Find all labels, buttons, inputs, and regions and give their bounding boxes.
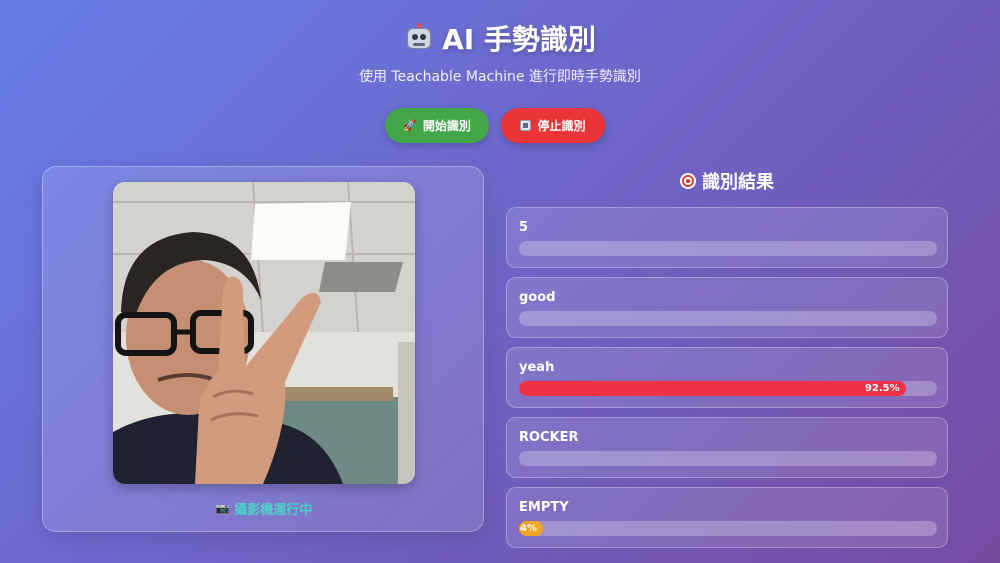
result-label: EMPTY (519, 500, 569, 515)
page-subtitle: 使用 Teachable Machine 進行即時手勢識別 (359, 69, 641, 85)
start-button-label: 開始識別 (422, 119, 471, 133)
robot-icon (404, 23, 434, 53)
camera-status: 📷 攝影機運行中 (43, 499, 485, 518)
results-title-text: 識別結果 (702, 172, 774, 193)
confidence-bar-fill (519, 451, 525, 466)
result-item-yeah: yeah 92.5% (506, 347, 948, 408)
rocket-icon: 🚀 (403, 120, 417, 132)
confidence-bar-fill: 92.5% (519, 381, 906, 396)
confidence-bar-fill (519, 311, 525, 326)
confidence-bar-fill (519, 241, 525, 256)
camera-status-text: 攝影機運行中 (234, 503, 313, 518)
start-recognition-button[interactable]: 🚀 開始識別 (385, 108, 489, 143)
confidence-bar (519, 241, 937, 256)
confidence-bar (519, 451, 937, 466)
confidence-bar (519, 311, 937, 326)
result-label: good (519, 290, 556, 305)
results-title: 識別結果 (506, 168, 948, 194)
stop-button-label: 停止識別 (537, 119, 586, 133)
confidence-bar: 4% (519, 521, 937, 536)
result-label: yeah (519, 360, 555, 375)
stop-icon (520, 120, 532, 131)
result-item-empty: EMPTY 4% (506, 487, 948, 548)
result-label: ROCKER (519, 430, 579, 445)
confidence-bar: 92.5% (519, 381, 937, 396)
camera-icon: 📷 (215, 502, 230, 515)
target-icon (680, 173, 696, 189)
result-item-rocker: ROCKER (506, 417, 948, 478)
page-title-text: AI 手勢識別 (442, 23, 596, 56)
confidence-value: 4% (520, 523, 537, 534)
confidence-bar-fill: 4% (519, 521, 543, 536)
result-label: 5 (519, 220, 529, 235)
result-item-good: good (506, 277, 948, 338)
result-item-5: 5 (506, 207, 948, 268)
webcam-frame-illustration (113, 182, 415, 484)
confidence-value: 92.5% (864, 383, 900, 394)
camera-panel: 📷 攝影機運行中 (42, 166, 484, 532)
stop-recognition-button[interactable]: 停止識別 (501, 108, 605, 143)
webcam-video (113, 182, 415, 484)
page-title: AI 手勢識別 (0, 18, 1000, 58)
